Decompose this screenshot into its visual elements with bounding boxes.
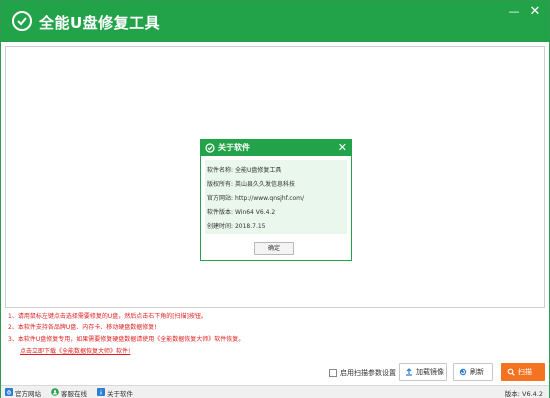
scan-settings-label[interactable]: 启用扫描参数设置 xyxy=(340,368,396,378)
close-button[interactable]: ✕ xyxy=(528,5,542,19)
about-dialog: 关于软件 ✕ 软件名称: 全能U盘修复工具 版权所有: 英山县久久发信息科技 官… xyxy=(200,139,352,261)
info-icon xyxy=(97,388,105,396)
info-value[interactable]: http://www.qnsjhf.com/ xyxy=(235,195,304,202)
home-icon xyxy=(5,388,13,396)
info-icon xyxy=(205,143,215,153)
dialog-ok-button[interactable]: 确定 xyxy=(254,242,294,255)
info-label: 官方网站: xyxy=(207,195,234,202)
dialog-info-panel: 软件名称: 全能U盘修复工具 版权所有: 英山县久久发信息科技 官方网站: ht… xyxy=(205,160,347,234)
instruction-line: 2、本软件支持各品牌U盘、内存卡、移动硬盘数据修复! xyxy=(8,324,157,331)
load-image-label: 加载镜像 xyxy=(416,368,444,376)
refresh-label: 刷新 xyxy=(470,368,484,376)
info-label: 创建时间: xyxy=(207,223,234,230)
instruction-line: 3、本软件U盘修复专用，如果需要修复硬盘数据请使用《全能数据恢复大师》软件恢复。 xyxy=(8,336,245,343)
info-label: 版权所有: xyxy=(207,181,234,188)
status-item-label: 客服在线 xyxy=(61,390,87,398)
minimize-button[interactable]: — xyxy=(507,5,521,19)
refresh-icon xyxy=(459,368,467,376)
info-label: 软件名称: xyxy=(207,167,234,174)
about-software-link[interactable]: 关于软件 xyxy=(97,387,137,398)
info-row-name: 软件名称: 全能U盘修复工具 xyxy=(207,165,281,174)
info-value: 2018.7.15 xyxy=(234,223,266,230)
info-value: Win64 V6.4.2 xyxy=(234,209,276,216)
scan-label: 扫描 xyxy=(518,368,532,376)
chat-icon xyxy=(51,388,59,396)
info-row-created: 创建时间: 2018.7.15 xyxy=(207,221,266,230)
info-value: 全能U盘修复工具 xyxy=(234,167,282,174)
upload-icon xyxy=(406,368,412,376)
info-label: 软件版本: xyxy=(207,209,234,216)
app-title: 全能U盘修复工具 xyxy=(39,14,161,32)
support-online-link[interactable]: 客服在线 xyxy=(51,387,91,398)
info-row-version: 软件版本: Win64 V6.4.2 xyxy=(207,207,275,216)
scan-icon xyxy=(507,368,515,376)
title-bar[interactable]: 全能U盘修复工具 — ✕ xyxy=(1,1,549,42)
status-item-label: 关于软件 xyxy=(107,390,133,398)
status-bar: 官方网站 客服在线 关于软件 版本: V6.4.2 xyxy=(1,385,549,398)
version-label: 版本: V6.4.2 xyxy=(504,390,543,398)
info-row-website: 官方网站: http://www.qnsjhf.com/ xyxy=(207,193,304,202)
info-row-copyright: 版权所有: 英山县久久发信息科技 xyxy=(207,179,295,188)
app-logo-icon xyxy=(12,11,32,31)
scan-button[interactable]: 扫描 xyxy=(501,363,545,381)
dialog-title: 关于软件 xyxy=(218,143,250,152)
instruction-line: 1、请用鼠标左键点击选择需要修复的U盘，然后点击右下角的[扫描]按钮。 xyxy=(8,313,207,320)
refresh-button[interactable]: 刷新 xyxy=(453,363,493,381)
info-value: 英山县久久发信息科技 xyxy=(234,181,295,188)
download-link[interactable]: 点击立即下载《全能数据恢复大师》软件! xyxy=(20,346,130,355)
scan-settings-checkbox[interactable] xyxy=(329,369,337,377)
load-image-button[interactable]: 加载镜像 xyxy=(399,363,447,381)
official-site-link[interactable]: 官方网站 xyxy=(5,387,45,398)
dialog-close-icon[interactable]: ✕ xyxy=(338,140,347,156)
app-window: 全能U盘修复工具 — ✕ 关于软件 ✕ 软件名称: 全能U盘修复工具 版权所有:… xyxy=(0,0,550,398)
dialog-title-bar[interactable]: 关于软件 ✕ xyxy=(201,140,351,156)
status-item-label: 官方网站 xyxy=(15,390,41,398)
